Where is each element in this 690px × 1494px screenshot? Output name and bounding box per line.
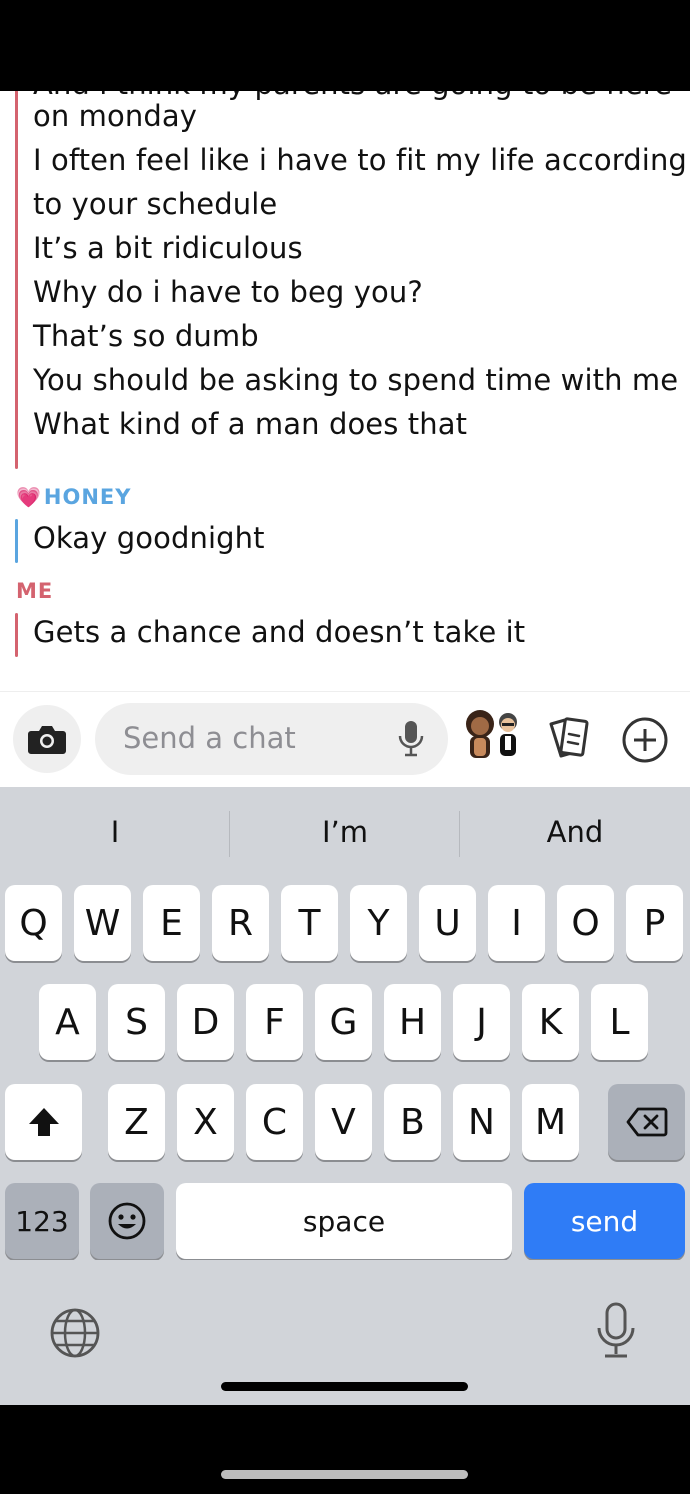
message-line: That’s so dumb <box>33 319 259 353</box>
home-indicator-secondary <box>221 1470 468 1479</box>
dictation-icon[interactable] <box>596 1302 636 1360</box>
chat-input[interactable]: Send a chat <box>95 703 448 775</box>
key-f[interactable]: F <box>246 984 303 1060</box>
message-block-me-1: And i think my parents are going to be h… <box>0 91 690 469</box>
key-g[interactable]: G <box>315 984 372 1060</box>
key-i[interactable]: I <box>488 885 545 961</box>
key-p[interactable]: P <box>626 885 683 961</box>
bitmoji-icon <box>466 710 517 758</box>
key-v[interactable]: V <box>315 1084 372 1160</box>
sender-label-honey: 💗HONEY <box>16 485 131 509</box>
message-bar-me <box>15 91 18 469</box>
chat-composer: Send a chat <box>0 691 690 787</box>
globe-icon[interactable] <box>48 1306 102 1360</box>
message-bar-honey <box>15 519 18 563</box>
key-u[interactable]: U <box>419 885 476 961</box>
key-c[interactable]: C <box>246 1084 303 1160</box>
status-bar <box>0 0 690 91</box>
key-s[interactable]: S <box>108 984 165 1060</box>
suggestion-3[interactable]: And <box>460 815 690 849</box>
key-d[interactable]: D <box>177 984 234 1060</box>
space-key[interactable]: space <box>176 1183 512 1259</box>
heart-icon: 💗 <box>16 485 42 509</box>
message-block-honey: Okay goodnight <box>0 519 690 563</box>
message-block-me-2: Gets a chance and doesn’t take it <box>0 613 690 657</box>
key-o[interactable]: O <box>557 885 614 961</box>
backspace-icon <box>626 1107 667 1137</box>
key-y[interactable]: Y <box>350 885 407 961</box>
camera-icon <box>28 726 66 754</box>
key-e[interactable]: E <box>143 885 200 961</box>
bottom-bar <box>0 1405 690 1494</box>
chat-input-placeholder: Send a chat <box>123 721 296 755</box>
message-line: It’s a bit ridiculous <box>33 231 303 265</box>
chat-thread: And i think my parents are going to be h… <box>0 91 690 691</box>
shift-icon <box>28 1108 59 1136</box>
microphone-icon[interactable] <box>398 720 424 758</box>
emoji-key[interactable] <box>90 1183 164 1259</box>
message-line: I often feel like i have to fit my life … <box>33 143 687 177</box>
message-line: Why do i have to beg you? <box>33 275 423 309</box>
send-key[interactable]: send <box>524 1183 685 1259</box>
bitmoji-button[interactable] <box>460 706 526 772</box>
key-n[interactable]: N <box>453 1084 510 1160</box>
message-line: Okay goodnight <box>33 521 265 555</box>
key-m[interactable]: M <box>522 1084 579 1160</box>
home-indicator[interactable] <box>221 1382 468 1391</box>
message-line: You should be asking to spend time with … <box>33 363 679 397</box>
message-line: to your schedule <box>33 187 278 221</box>
key-t[interactable]: T <box>281 885 338 961</box>
key-h[interactable]: H <box>384 984 441 1060</box>
sender-label-me: ME <box>16 579 54 603</box>
backspace-key[interactable] <box>608 1084 685 1160</box>
key-x[interactable]: X <box>177 1084 234 1160</box>
key-l[interactable]: L <box>591 984 648 1060</box>
cards-icon[interactable] <box>545 716 593 760</box>
plus-circle-icon[interactable] <box>621 716 669 764</box>
suggestion-1[interactable]: I <box>0 815 230 849</box>
message-line: on monday <box>33 99 197 133</box>
suggestion-2[interactable]: I’m <box>230 815 460 849</box>
key-r[interactable]: R <box>212 885 269 961</box>
shift-key[interactable] <box>5 1084 82 1160</box>
message-bar-me <box>15 613 18 657</box>
message-line: What kind of a man does that <box>33 407 468 441</box>
numbers-key[interactable]: 123 <box>5 1183 79 1259</box>
suggestion-bar: I I’m And <box>0 787 690 879</box>
key-b[interactable]: B <box>384 1084 441 1160</box>
message-line: Gets a chance and doesn’t take it <box>33 615 526 649</box>
camera-button[interactable] <box>13 705 81 773</box>
key-w[interactable]: W <box>74 885 131 961</box>
sender-name: HONEY <box>43 485 132 509</box>
key-j[interactable]: J <box>453 984 510 1060</box>
key-q[interactable]: Q <box>5 885 62 961</box>
key-z[interactable]: Z <box>108 1084 165 1160</box>
emoji-icon <box>108 1202 146 1240</box>
key-a[interactable]: A <box>39 984 96 1060</box>
key-k[interactable]: K <box>522 984 579 1060</box>
